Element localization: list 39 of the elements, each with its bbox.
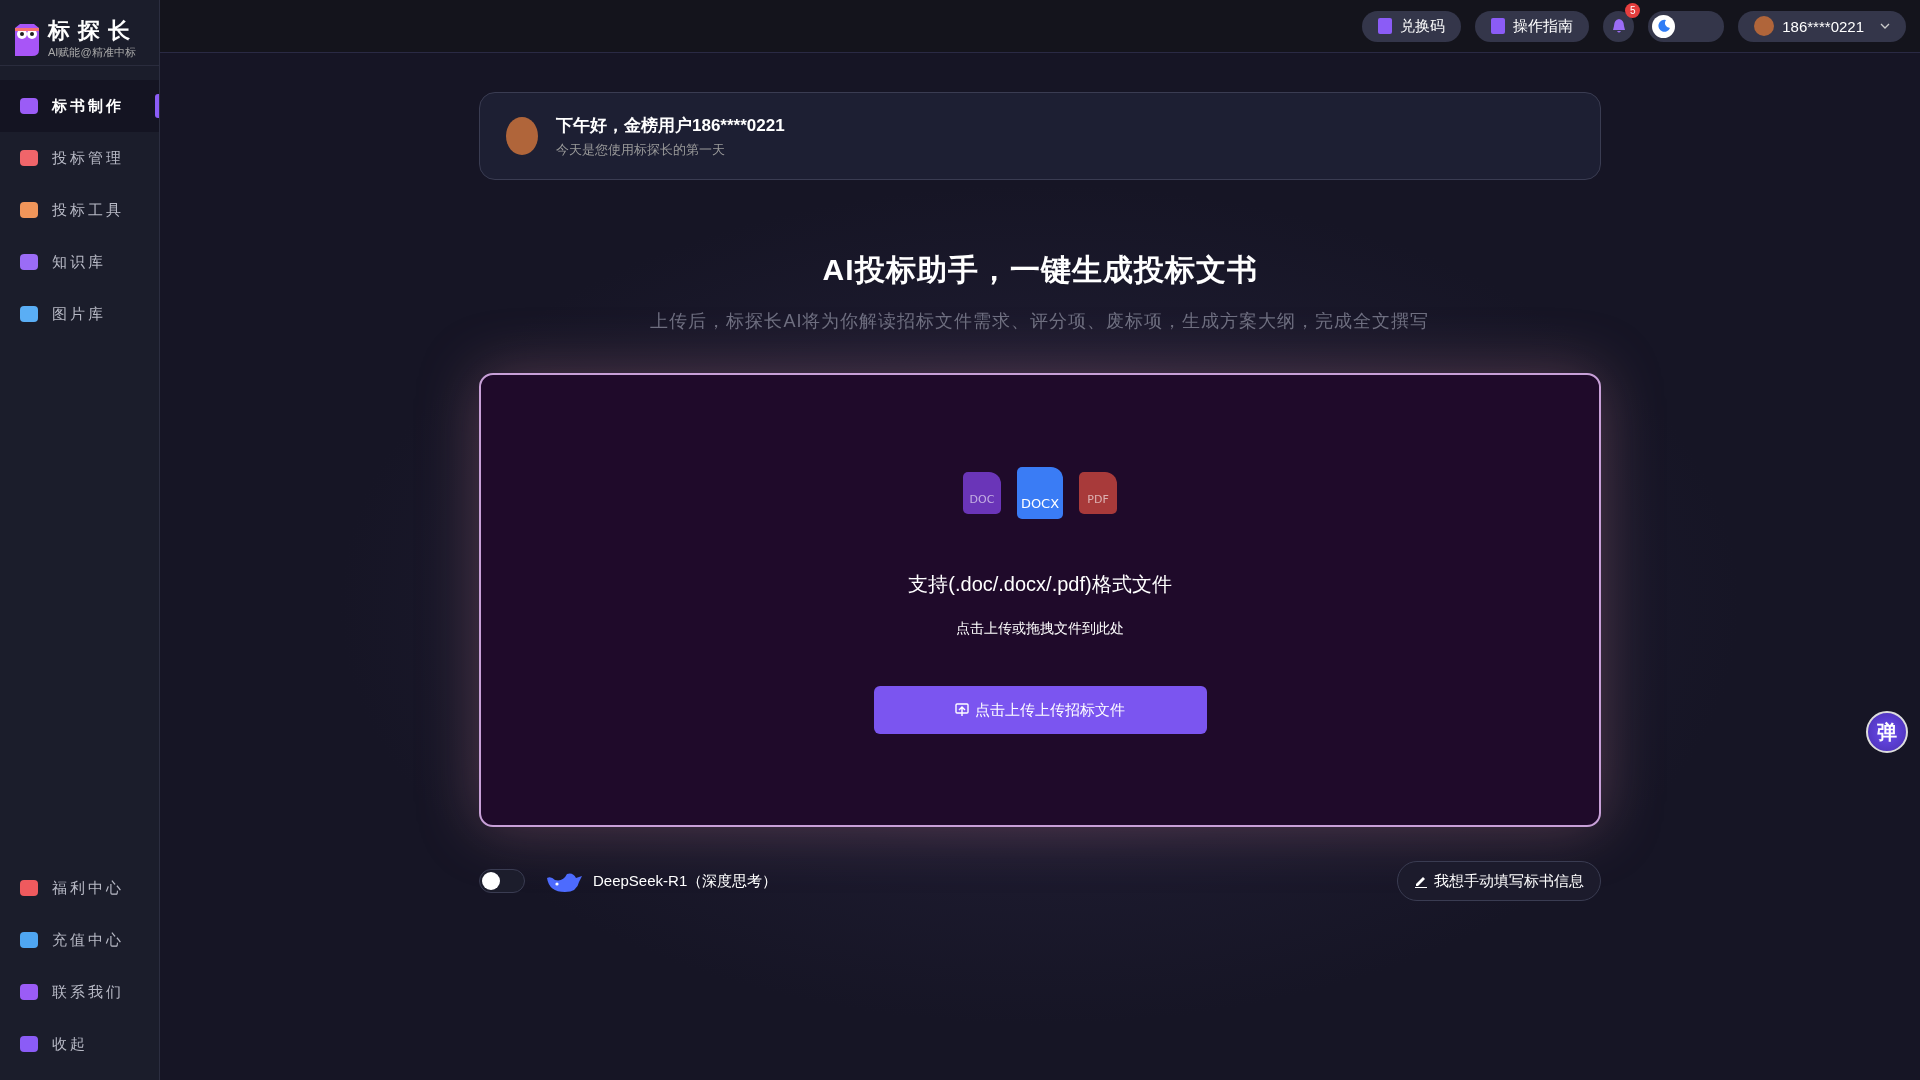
supported-formats: 支持(.doc/.docx/.pdf)格式文件 [908, 572, 1172, 597]
chevron-down-icon [1880, 23, 1890, 29]
avatar-icon [1754, 16, 1775, 36]
hero-subtitle: 上传后，标探长AI将为你解读招标文件需求、评分项、废标项，生成方案大纲，完成全文撰写 [650, 310, 1430, 333]
bell-icon [1610, 18, 1627, 34]
sidebar-item[interactable]: 投标管理 [0, 132, 159, 184]
sidebar-item[interactable]: 联系我们 [0, 966, 159, 1018]
sidebar-item[interactable]: 标书制作 [0, 80, 159, 132]
avatar-icon [506, 117, 538, 155]
greeting-title: 下午好，金榜用户186****0221 [556, 114, 785, 137]
upload-dropzone[interactable]: DOC DOCX PDF 支持(.doc/.docx/.pdf)格式文件 点击上传或拖拽文件到此处 点击上传上传招标文件 [479, 373, 1601, 827]
sidebar-item[interactable]: 收起 [0, 1018, 159, 1070]
upload-button[interactable]: 点击上传上传招标文件 [873, 686, 1207, 734]
greeting-subtitle: 今天是您使用标探长的第一天 [556, 140, 726, 159]
sidebar-item[interactable]: 图片库 [0, 288, 159, 340]
app-logo-title: 标探长 [48, 19, 138, 42]
floating-button[interactable]: 弹 [1866, 711, 1908, 753]
hero-title: AI投标助手，一键生成投标文书 [822, 252, 1258, 288]
sidebar-item[interactable]: 充值中心 [0, 914, 159, 966]
app-logo-tagline: AI赋能@精准中标 [48, 44, 137, 60]
toolbar-button[interactable]: 操作指南 [1475, 10, 1590, 42]
sidebar-item[interactable]: 福利中心 [0, 862, 159, 914]
file-type-icon: DOCX [1017, 467, 1063, 519]
owl-logo-icon [12, 21, 42, 58]
user-menu[interactable]: 186****0221 [1738, 10, 1906, 42]
manual-fill-button[interactable]: 我想手动填写标书信息 [1397, 861, 1601, 901]
moon-icon [1656, 19, 1671, 33]
upload-icon [955, 703, 969, 717]
sidebar-item[interactable]: 知识库 [0, 236, 159, 288]
file-type-icon: PDF [1079, 472, 1117, 514]
sidebar-item[interactable]: 投标工具 [0, 184, 159, 236]
model-label: DeepSeek-R1（深度思考） [593, 871, 778, 891]
file-type-icon: DOC [963, 472, 1001, 514]
pencil-icon [1414, 874, 1428, 888]
deep-think-toggle[interactable] [479, 869, 525, 893]
notification-count: 5 [1625, 2, 1641, 18]
theme-toggle[interactable] [1648, 10, 1725, 42]
upload-hint: 点击上传或拖拽文件到此处 [956, 620, 1124, 638]
toolbar-button[interactable]: 兑换码 [1362, 10, 1462, 42]
